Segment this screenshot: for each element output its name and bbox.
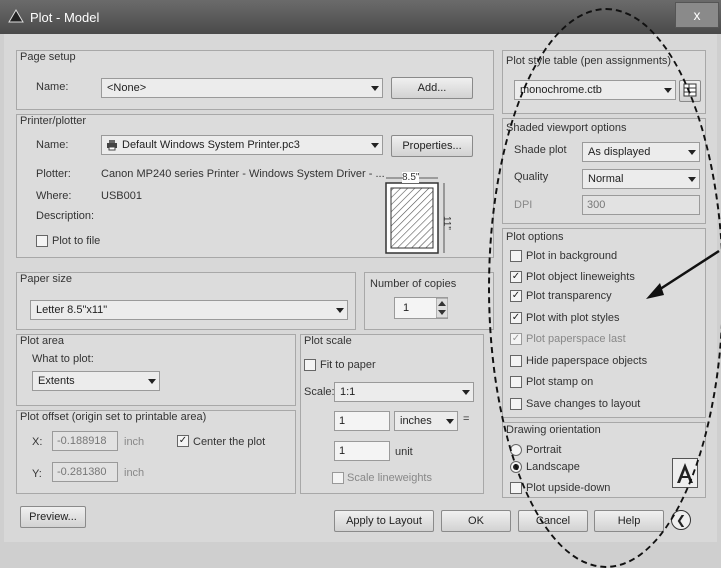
what-to-plot-value: Extents bbox=[38, 375, 75, 387]
plot-scale-label: Plot scale bbox=[304, 335, 352, 347]
fit-to-paper-checkbox[interactable] bbox=[304, 359, 316, 371]
plotter-label: Plotter: bbox=[36, 168, 71, 180]
what-to-plot-dropdown[interactable]: Extents bbox=[32, 371, 160, 391]
chevron-down-icon bbox=[371, 143, 379, 148]
chevron-down-icon bbox=[148, 379, 156, 384]
offset-y-value: -0.281380 bbox=[57, 466, 107, 478]
fit-to-paper-label: Fit to paper bbox=[320, 359, 376, 371]
plot-to-file-checkbox[interactable] bbox=[36, 235, 48, 247]
chevron-down-icon bbox=[446, 419, 454, 424]
plot-offset-label: Plot offset (origin set to printable are… bbox=[20, 411, 207, 423]
scale-value2: 1 bbox=[339, 445, 346, 457]
description-label: Description: bbox=[36, 210, 95, 222]
chevron-down-icon bbox=[462, 390, 470, 395]
chevron-down-icon bbox=[371, 86, 379, 91]
printer-name-label: Name: bbox=[36, 139, 69, 151]
plot-to-file-label: Plot to file bbox=[52, 235, 101, 247]
page-setup-name-dropdown[interactable]: <None> bbox=[101, 78, 383, 98]
paper-size-label: Paper size bbox=[20, 273, 72, 285]
chevron-down-icon bbox=[336, 308, 344, 313]
scale-dropdown[interactable]: 1:1 bbox=[334, 382, 474, 402]
offset-y-input[interactable]: -0.281380 bbox=[52, 462, 118, 482]
paper-size-value: Letter 8.5"x11" bbox=[36, 304, 108, 316]
copies-spinner-icon[interactable] bbox=[436, 298, 448, 318]
where-label: Where: bbox=[36, 190, 72, 202]
scale-value: 1:1 bbox=[340, 386, 356, 398]
where-value: USB001 bbox=[101, 190, 142, 202]
offset-x-label: X: bbox=[32, 436, 43, 448]
printer-group-label: Printer/plotter bbox=[20, 115, 87, 127]
annotation-arrow bbox=[646, 249, 720, 299]
page-setup-label: Page setup bbox=[20, 51, 76, 63]
offset-x-value: -0.188918 bbox=[57, 435, 107, 447]
copies-value: 1 bbox=[403, 302, 410, 314]
app-icon bbox=[8, 9, 24, 23]
close-icon: x bbox=[693, 7, 701, 23]
center-plot-checkbox[interactable]: ✓ bbox=[177, 435, 189, 447]
scale-unit2: unit bbox=[395, 446, 413, 458]
printer-name-dropdown[interactable]: Default Windows System Printer.pc3 bbox=[101, 135, 383, 155]
preview-button[interactable]: Preview... bbox=[20, 506, 86, 528]
add-button[interactable]: Add... bbox=[391, 77, 473, 99]
preview-width-label: 8.5" bbox=[402, 172, 420, 183]
plot-area-label: Plot area bbox=[20, 335, 65, 347]
offset-y-unit: inch bbox=[124, 467, 145, 479]
scale-value2-input[interactable]: 1 bbox=[334, 441, 390, 461]
plot-upside-down-checkbox[interactable] bbox=[510, 482, 522, 494]
plotter-value: Canon MP240 series Printer - Windows Sys… bbox=[101, 168, 385, 180]
window-title: Plot - Model bbox=[30, 10, 100, 25]
scale-equals: = bbox=[463, 413, 470, 425]
scale-value1: 1 bbox=[339, 415, 346, 427]
scale-value1-input[interactable]: 1 bbox=[334, 411, 390, 431]
scale-lineweights-checkbox[interactable] bbox=[332, 472, 344, 484]
printer-name-value: Default Windows System Printer.pc3 bbox=[122, 139, 300, 151]
scale-unit-dropdown[interactable]: inches bbox=[394, 411, 458, 431]
close-button[interactable]: x bbox=[675, 2, 719, 28]
properties-button[interactable]: Properties... bbox=[391, 135, 473, 157]
scale-unit-value: inches bbox=[400, 415, 432, 427]
scale-lineweights-label: Scale lineweights bbox=[347, 472, 432, 484]
page-setup-name-value: <None> bbox=[107, 82, 147, 94]
page-setup-name-label: Name: bbox=[36, 81, 69, 93]
paper-size-dropdown[interactable]: Letter 8.5"x11" bbox=[30, 300, 348, 320]
offset-x-unit: inch bbox=[124, 436, 145, 448]
offset-x-input[interactable]: -0.188918 bbox=[52, 431, 118, 451]
center-plot-label: Center the plot bbox=[193, 436, 266, 448]
paper-preview bbox=[385, 177, 445, 254]
printer-icon bbox=[107, 140, 117, 151]
ok-button[interactable]: OK bbox=[441, 510, 511, 532]
what-to-plot-label: What to plot: bbox=[32, 353, 94, 365]
copies-label: Number of copies bbox=[370, 278, 457, 290]
offset-y-label: Y: bbox=[32, 468, 42, 480]
apply-to-layout-button[interactable]: Apply to Layout bbox=[334, 510, 434, 532]
chevron-left-icon: ❮ bbox=[675, 513, 687, 527]
preview-height-label: 11" bbox=[441, 216, 452, 230]
scale-label: Scale: bbox=[304, 386, 335, 398]
